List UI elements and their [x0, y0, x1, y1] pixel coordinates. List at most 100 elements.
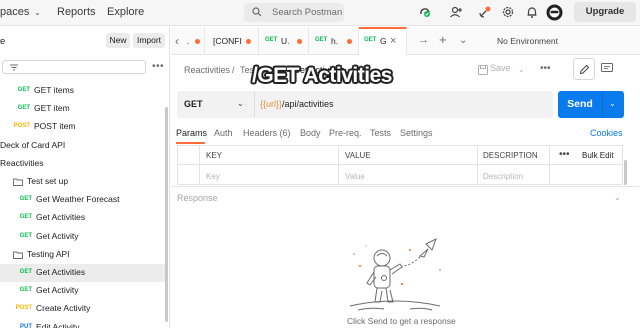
sidebar-request-item[interactable]: GET Get Activities — [0, 209, 165, 227]
tab-params[interactable]: Params — [176, 128, 207, 138]
sidebar-request-item[interactable]: POST POST item — [0, 118, 165, 136]
url-variable[interactable]: {{url}} — [260, 99, 282, 109]
sidebar-scrollbar[interactable] — [165, 107, 168, 322]
response-divider[interactable] — [171, 186, 640, 187]
url-input[interactable]: /api/activities — [282, 99, 334, 109]
column-header-value: VALUE — [345, 151, 371, 160]
table-border — [338, 145, 339, 185]
upgrade-button[interactable]: Upgrade — [574, 2, 636, 22]
table-border — [177, 164, 623, 165]
table-border — [177, 145, 178, 185]
key-input[interactable]: Key — [206, 172, 220, 181]
arrow-right-icon[interactable]: → — [418, 34, 429, 46]
more-options-icon[interactable]: ••• — [540, 63, 551, 74]
filter-input[interactable] — [2, 60, 146, 74]
sidebar-collection-item[interactable]: Deck of Card API — [0, 137, 165, 155]
save-button[interactable]: Save — [490, 63, 511, 73]
sidebar-request-item[interactable]: GET GET items — [0, 82, 165, 100]
workspace-name[interactable]: e — [0, 36, 5, 47]
add-tab-icon[interactable]: + — [439, 32, 447, 47]
request-scrollbar[interactable] — [624, 160, 627, 185]
request-tab[interactable]: GET h. — [309, 27, 359, 55]
value-input[interactable]: Value — [345, 172, 365, 181]
chevron-down-icon[interactable]: ⌄ — [34, 8, 41, 17]
tab-headers[interactable]: Headers (6) — [243, 128, 291, 138]
table-border — [549, 145, 550, 185]
column-header-key: KEY — [206, 151, 223, 160]
url-bar: GET ⌄ {{url}} /api/activities — [177, 91, 553, 118]
search-icon — [252, 7, 262, 17]
gear-icon[interactable] — [501, 5, 515, 19]
sidebar-request-item[interactable]: POST Create Activity — [0, 300, 165, 318]
documentation-button[interactable] — [596, 58, 618, 80]
environment-selector[interactable]: No Environment — [497, 36, 558, 46]
chevron-down-icon[interactable]: ⌄ — [518, 65, 525, 74]
edit-view-button[interactable] — [573, 58, 595, 80]
overlay-caption: /GET Activities — [252, 64, 392, 87]
search-input[interactable]: Search Postman — [244, 3, 344, 22]
sidebar-folder-label: Test set up — [27, 176, 69, 186]
tab-auth[interactable]: Auth — [214, 128, 233, 138]
import-button[interactable]: Import — [133, 33, 165, 48]
chevron-down-icon: ⌄ — [237, 99, 244, 108]
breadcrumb-collection[interactable]: Reactivities — [184, 65, 230, 75]
unsaved-dot-icon — [347, 39, 352, 44]
send-button[interactable]: Send ⌄ — [558, 91, 624, 118]
sidebar-request-item[interactable]: GET Get Activity — [0, 228, 165, 246]
folder-icon — [13, 251, 23, 259]
request-method-badge: GET — [19, 287, 32, 294]
chevron-down-icon[interactable]: ⌄ — [609, 99, 616, 108]
sidebar-request-item[interactable]: GET Get Activity — [0, 282, 165, 300]
more-options-icon[interactable]: ••• — [152, 61, 164, 72]
request-tab-active[interactable]: GET G × — [359, 27, 407, 55]
sidebar-folder-item[interactable]: Test set up — [0, 173, 165, 191]
sidebar-request-item[interactable]: GET GET item — [0, 100, 165, 118]
bell-icon[interactable] — [525, 5, 539, 19]
avatar[interactable] — [546, 4, 563, 21]
chevron-down-icon[interactable]: ⌄ — [614, 193, 621, 202]
sidebar-folder-label: Testing API — [27, 248, 70, 259]
request-method-badge: GET — [19, 214, 32, 221]
request-method-badge: PUT — [20, 323, 32, 328]
chevron-down-icon[interactable]: ⌄ — [459, 35, 467, 46]
explore-link[interactable]: Explore — [107, 6, 144, 18]
request-method-badge: GET — [19, 232, 32, 239]
sidebar: e New Import ••• GET GET items GET GET item… — [0, 27, 170, 328]
request-tab[interactable]: GET U. — [259, 27, 309, 55]
active-tab-indicator — [176, 142, 205, 144]
workspaces-menu[interactable]: paces — [0, 6, 29, 18]
search-placeholder: Search Postman — [272, 7, 343, 18]
cookies-link[interactable]: Cookies — [590, 128, 623, 138]
method-select[interactable]: GET ⌄ — [177, 91, 255, 118]
new-button[interactable]: New — [106, 33, 130, 48]
tab-settings[interactable]: Settings — [400, 128, 433, 138]
column-header-description: DESCRIPTION — [483, 151, 538, 160]
description-input[interactable]: Description — [483, 172, 523, 181]
satellite-icon[interactable] — [478, 5, 492, 19]
request-tab[interactable]: [CONFI — [205, 27, 259, 55]
tab-tests[interactable]: Tests — [370, 128, 391, 138]
bulk-edit-button[interactable]: Bulk Edit — [582, 151, 614, 160]
sidebar-collection-item[interactable]: Reactivities — [0, 155, 165, 173]
folder-icon — [13, 178, 23, 186]
request-tab[interactable]: . — [185, 27, 205, 55]
sidebar-request-item[interactable]: GET Get Weather Forecast — [0, 191, 165, 209]
chevron-left-icon[interactable]: ‹ — [175, 34, 179, 48]
tab-body[interactable]: Body — [300, 128, 321, 138]
pencil-icon — [579, 64, 590, 75]
sidebar-request-item[interactable]: GET Get Activities — [0, 264, 165, 282]
tab-pre-request[interactable]: Pre-req. — [329, 128, 362, 138]
more-options-icon[interactable]: ••• — [559, 149, 570, 160]
sidebar-request-label: Get Activities — [36, 212, 86, 223]
breadcrumb-separator: / — [232, 65, 235, 75]
close-icon[interactable]: × — [390, 35, 396, 47]
sync-status-icon[interactable] — [418, 5, 432, 19]
astronaut-illustration — [349, 237, 441, 311]
sidebar-request-item[interactable]: PUT Edit Activity — [0, 319, 165, 328]
response-hint: Click Send to get a response — [347, 316, 456, 326]
reports-link[interactable]: Reports — [57, 6, 96, 18]
table-border — [177, 184, 623, 185]
sidebar-collection-label: Deck of Card API — [0, 139, 66, 150]
invite-user-icon[interactable] — [449, 5, 463, 19]
sidebar-folder-item[interactable]: Testing API — [0, 246, 165, 264]
